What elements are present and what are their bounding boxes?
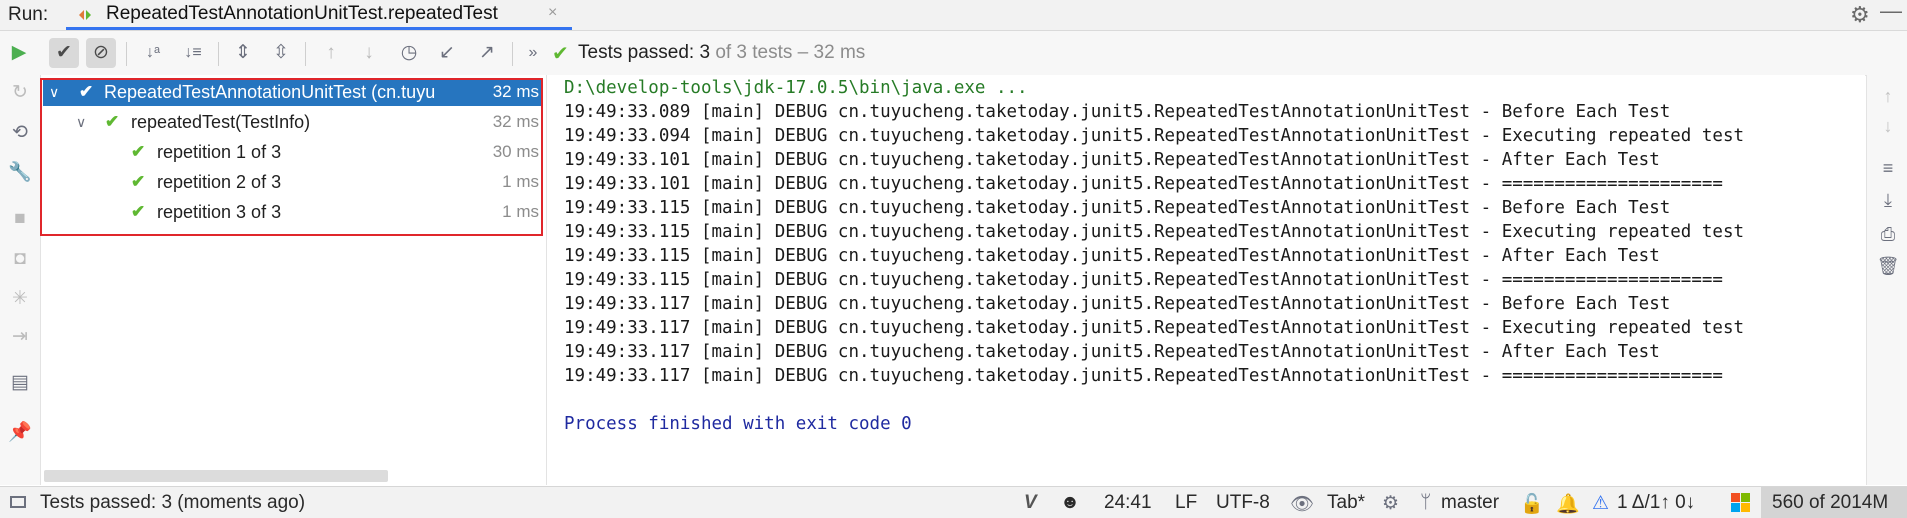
test-config-icon bbox=[79, 10, 91, 20]
warning-triangle-icon: ⚠ bbox=[1592, 493, 1610, 514]
collapse-all-icon[interactable]: ⇳ bbox=[266, 38, 296, 68]
import-tests-icon[interactable]: ↙ bbox=[432, 38, 462, 68]
soft-wrap-icon[interactable]: ≡ bbox=[1875, 155, 1901, 181]
more-icon[interactable]: » bbox=[518, 38, 548, 68]
status-total: of 3 tests – 32 ms bbox=[715, 42, 866, 63]
windows-logo-icon bbox=[1731, 493, 1750, 512]
expand-all-icon[interactable]: ⇕ bbox=[228, 38, 258, 68]
console-exit-message: Process finished with exit code 0 bbox=[564, 414, 912, 434]
trash-icon[interactable]: 🗑 bbox=[1875, 253, 1901, 279]
vcs-counts[interactable]: 1 Δ/1↑ 0↓ bbox=[1617, 492, 1695, 514]
file-encoding[interactable]: UTF-8 bbox=[1216, 492, 1270, 514]
console-log-line: 19:49:33.101 [main] DEBUG cn.tuyucheng.t… bbox=[564, 174, 1723, 194]
run-tool-window-header: Run: RepeatedTestAnnotationUnitTest.repe… bbox=[0, 0, 1907, 31]
toolbar-separator bbox=[126, 42, 127, 66]
rerun-failed-icon[interactable]: ↻ bbox=[8, 81, 32, 105]
up-stack-icon[interactable]: ↑ bbox=[1875, 83, 1901, 109]
run-tab-title: RepeatedTestAnnotationUnitTest.repeatedT… bbox=[106, 3, 498, 24]
toggle-auto-test-icon[interactable]: ⟲ bbox=[8, 121, 32, 145]
sort-by-duration-icon[interactable]: ↓≡ bbox=[178, 38, 208, 68]
show-passed-icon[interactable]: ✔ bbox=[49, 38, 79, 68]
status-passed-label: Tests passed: bbox=[578, 42, 695, 63]
next-failed-icon[interactable]: ↓ bbox=[354, 38, 384, 68]
eye-icon[interactable]: 👁 bbox=[1290, 492, 1314, 516]
scroll-to-end-icon[interactable]: ⤓ bbox=[1875, 187, 1901, 213]
console-log-line: 19:49:33.117 [main] DEBUG cn.tuyucheng.t… bbox=[564, 294, 1671, 314]
copilot-icon[interactable]: ☻ bbox=[1060, 492, 1080, 514]
panel-toggle-icon[interactable] bbox=[10, 496, 26, 508]
status-bar: Tests passed: 3 (moments ago) V ☻ 24:41 … bbox=[0, 486, 1907, 518]
toolbar-separator bbox=[305, 42, 306, 66]
exit-icon[interactable]: ⇥ bbox=[8, 325, 32, 349]
console-log-line: 19:49:33.117 [main] DEBUG cn.tuyucheng.t… bbox=[564, 318, 1745, 338]
console-log-line: 19:49:33.117 [main] DEBUG cn.tuyucheng.t… bbox=[564, 342, 1660, 362]
left-action-strip: ↻ ⟲ 🔧 ■ ◘ ✳ ⇥ ▤ 📌 bbox=[0, 75, 41, 485]
status-passed-count: 3 bbox=[699, 42, 711, 63]
rerun-icon[interactable]: ▶ bbox=[4, 38, 34, 68]
console-output[interactable]: D:\develop-tools\jdk-17.0.5\bin\java.exe… bbox=[547, 75, 1865, 485]
gear-icon[interactable]: ⚙ bbox=[1850, 2, 1870, 28]
indent-setting[interactable]: Tab* bbox=[1327, 492, 1365, 514]
test-runner-toolbar: ▶ ✔ ⊘ ↓ᵃ ↓≡ ⇕ ⇳ ↑ ↓ ◷ ↙ ↗ » ✔ Tests pass… bbox=[0, 31, 1907, 76]
git-branch[interactable]: master bbox=[1441, 492, 1499, 514]
console-log-line: 19:49:33.115 [main] DEBUG cn.tuyucheng.t… bbox=[564, 222, 1745, 242]
sort-alphabetically-icon[interactable]: ↓ᵃ bbox=[138, 38, 168, 68]
console-command-line[interactable]: D:\develop-tools\jdk-17.0.5\bin\java.exe… bbox=[564, 78, 1028, 98]
test-history-icon[interactable]: ◷ bbox=[394, 38, 424, 68]
test-status-summary: Tests passed: 3 of 3 tests – 32 ms bbox=[578, 42, 865, 64]
show-ignored-icon[interactable]: ⊘ bbox=[86, 38, 116, 68]
notifications-icon[interactable]: 🔔 bbox=[1556, 492, 1580, 516]
run-label: Run: bbox=[8, 4, 49, 25]
minimize-icon[interactable]: — bbox=[1880, 0, 1902, 24]
camera-icon[interactable]: ◘ bbox=[8, 247, 32, 271]
stop-icon[interactable]: ■ bbox=[8, 207, 32, 231]
console-log-line: 19:49:33.115 [main] DEBUG cn.tuyucheng.t… bbox=[564, 246, 1660, 266]
passed-check-icon: ✔ bbox=[552, 43, 569, 65]
status-message[interactable]: Tests passed: 3 (moments ago) bbox=[40, 492, 305, 514]
print-icon[interactable]: ⎙ bbox=[1875, 221, 1901, 247]
lock-icon[interactable]: 🔓 bbox=[1520, 492, 1544, 516]
memory-usage: 560 of 2014M bbox=[1772, 492, 1889, 513]
active-tab-indicator bbox=[66, 27, 572, 30]
export-results-icon[interactable]: ↗ bbox=[472, 38, 502, 68]
console-log-line: 19:49:33.101 [main] DEBUG cn.tuyucheng.t… bbox=[564, 150, 1660, 170]
gear-icon[interactable]: ⚙ bbox=[1382, 492, 1399, 515]
close-tab-icon[interactable]: × bbox=[548, 4, 557, 22]
console-log-line: 19:49:33.094 [main] DEBUG cn.tuyucheng.t… bbox=[564, 126, 1745, 146]
right-action-strip: ↑ ↓ ≡ ⤓ ⎙ 🗑 bbox=[1866, 75, 1907, 485]
caret-position[interactable]: 24:41 bbox=[1104, 492, 1152, 514]
wrench-icon[interactable]: 🔧 bbox=[8, 161, 32, 185]
vim-icon[interactable]: V bbox=[1024, 492, 1037, 514]
memory-indicator[interactable]: 560 of 2014M bbox=[1761, 487, 1907, 518]
pin-icon[interactable]: 📌 bbox=[8, 421, 32, 445]
toolbar-separator bbox=[218, 42, 219, 66]
run-tab[interactable]: RepeatedTestAnnotationUnitTest.repeatedT… bbox=[66, 0, 572, 30]
git-branch-icon: ᛘ bbox=[1420, 492, 1432, 513]
console-log-line: 19:49:33.115 [main] DEBUG cn.tuyucheng.t… bbox=[564, 270, 1723, 290]
console-log-line: 19:49:33.117 [main] DEBUG cn.tuyucheng.t… bbox=[564, 366, 1723, 386]
previous-failed-icon[interactable]: ↑ bbox=[316, 38, 346, 68]
down-stack-icon[interactable]: ↓ bbox=[1875, 113, 1901, 139]
tree-horizontal-scrollbar[interactable] bbox=[44, 470, 388, 482]
toolbar-separator bbox=[512, 42, 513, 66]
console-log-line: 19:49:33.089 [main] DEBUG cn.tuyucheng.t… bbox=[564, 102, 1671, 122]
line-separator[interactable]: LF bbox=[1175, 492, 1197, 514]
debug-icon[interactable]: ✳ bbox=[8, 287, 32, 311]
console-log-line: 19:49:33.115 [main] DEBUG cn.tuyucheng.t… bbox=[564, 198, 1671, 218]
layout-icon[interactable]: ▤ bbox=[8, 371, 32, 395]
highlight-annotation-box bbox=[40, 78, 543, 236]
